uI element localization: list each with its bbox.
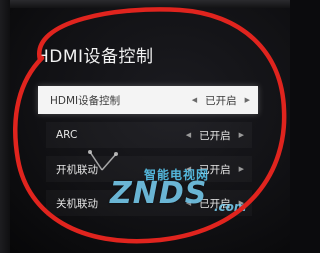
arrow-left-icon[interactable]: ◀ [192,96,197,104]
menu-item-arc[interactable]: ARC ◀ 已开启 ▶ [46,122,252,148]
menu-item-label: HDMI设备控制 [50,94,121,107]
menu-item-value-group: ◀ 已开启 ▶ [186,128,252,143]
menu-item-hdmi-control[interactable]: HDMI设备控制 ◀ 已开启 ▶ [38,86,258,114]
menu-item-power-off-link[interactable]: 关机联动 ◀ 已开启 ▶ [46,190,252,216]
page-title: HDMI设备控制 [36,47,154,67]
menu-item-value-group: ◀ 已开启 ▶ [186,162,252,177]
menu-item-value: 已开启 [199,129,231,142]
arrow-left-icon[interactable]: ◀ [186,199,191,207]
menu-item-label: ARC [56,129,78,141]
menu-item-value-group: ◀ 已开启 ▶ [186,196,252,211]
arrow-right-icon[interactable]: ▶ [245,96,250,104]
tv-bezel-left [0,0,10,253]
menu-item-label: 开机联动 [56,163,98,176]
menu-item-label: 关机联动 [56,197,98,210]
arrow-left-icon[interactable]: ◀ [186,165,191,173]
arrow-right-icon[interactable]: ▶ [239,131,244,139]
arrow-left-icon[interactable]: ◀ [186,131,191,139]
menu-item-value: 已开启 [199,163,231,176]
menu-item-value: 已开启 [199,197,231,210]
menu-item-power-on-link[interactable]: 开机联动 ◀ 已开启 ▶ [46,156,252,182]
menu-item-value-group: ◀ 已开启 ▶ [192,93,258,108]
arrow-right-icon[interactable]: ▶ [239,199,244,207]
tv-bezel-top [0,0,290,8]
arrow-right-icon[interactable]: ▶ [239,165,244,173]
menu-item-value: 已开启 [205,94,237,107]
tv-screen: HDMI设备控制 HDMI设备控制 ◀ 已开启 ▶ ARC ◀ 已开启 ▶ 开机… [0,0,290,253]
